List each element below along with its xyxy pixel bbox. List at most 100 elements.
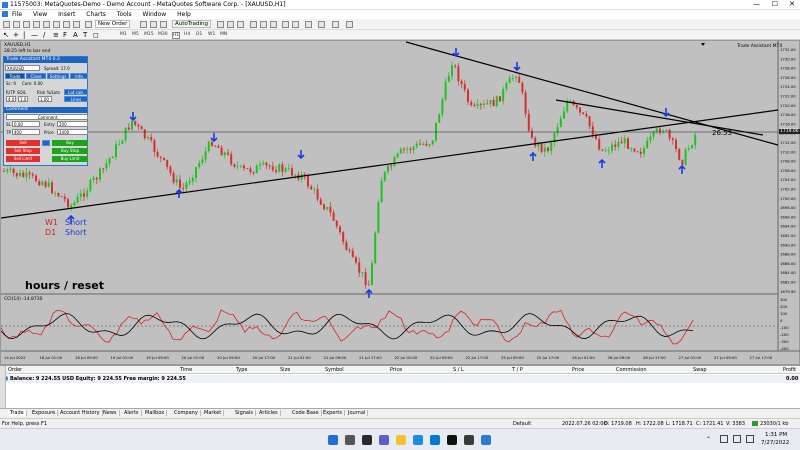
line-chart-icon[interactable] — [237, 21, 244, 28]
indicators-icon[interactable] — [305, 21, 312, 28]
shapes-icon[interactable]: ◻ — [93, 31, 99, 39]
tab-account-history[interactable]: Account History — [58, 410, 103, 416]
timeframe-h1[interactable]: H1 — [172, 32, 181, 39]
menu-help[interactable]: Help — [177, 11, 191, 18]
sell-stop-button[interactable]: Sell Stop — [6, 148, 40, 154]
auto-scroll-icon[interactable] — [282, 21, 289, 28]
task-view-icon[interactable] — [362, 435, 372, 445]
timeframe-m1[interactable]: M1 — [120, 32, 127, 37]
tab-experts[interactable]: Experts — [321, 410, 345, 416]
text-tool-icon[interactable]: A — [73, 31, 78, 39]
maximize-button[interactable]: ☐ — [772, 0, 778, 8]
sol-input[interactable]: 1.0 — [18, 96, 28, 102]
start-icon[interactable] — [328, 435, 338, 445]
sell-button[interactable]: Sell — [6, 140, 40, 146]
tab-articles[interactable]: Articles — [257, 410, 281, 416]
data-window-icon[interactable] — [33, 21, 40, 28]
tab-settings[interactable]: Settings — [47, 73, 69, 79]
tab-company[interactable]: Company — [172, 410, 201, 416]
tradingview-icon[interactable] — [447, 435, 457, 445]
tab-alerts[interactable]: Alerts — [122, 410, 142, 416]
col-size[interactable]: Size — [280, 367, 290, 373]
battery-icon[interactable] — [746, 435, 754, 443]
col-symbol[interactable]: Symbol — [325, 367, 344, 373]
metaeditor-icon[interactable] — [73, 21, 80, 28]
tab-trade[interactable]: Trade — [5, 73, 25, 79]
wifi-icon[interactable] — [720, 435, 728, 443]
periods-icon[interactable] — [318, 21, 325, 28]
col-tp[interactable]: T / P — [512, 367, 523, 373]
candlestick-icon[interactable] — [227, 21, 234, 28]
zoom-out-icon[interactable] — [260, 21, 267, 28]
timeframe-w1[interactable]: W1 — [208, 32, 215, 37]
profile-name[interactable]: Default — [513, 421, 531, 427]
one-click-icon[interactable] — [150, 21, 157, 28]
rtp-input[interactable]: 4.0 — [6, 96, 16, 102]
bar-chart-icon[interactable] — [217, 21, 224, 28]
entry-input[interactable]: 200 — [57, 121, 88, 127]
price-chart[interactable]: 1732.00 1730.00 1728.00 1726.00 1724.00 1722.… — [1, 41, 800, 366]
tab-exposure[interactable]: Exposure — [30, 410, 59, 416]
timeframe-m15[interactable]: M15 — [144, 32, 154, 37]
metatrader-taskbar-icon[interactable] — [481, 435, 491, 445]
timeframe-d1[interactable]: D1 — [196, 32, 202, 37]
navigator-icon[interactable] — [43, 21, 50, 28]
lot-calc-button[interactable]: Lot calc — [64, 89, 88, 95]
col-sl[interactable]: S / L — [453, 367, 464, 373]
edge-icon[interactable] — [413, 435, 423, 445]
label-tool-icon[interactable]: T — [83, 31, 87, 39]
sl-input[interactable]: 0.00 — [12, 121, 40, 127]
new-chart-icon[interactable] — [3, 21, 10, 28]
tray-chevron-icon[interactable]: ⌃ — [706, 436, 711, 443]
tab-code-base[interactable]: Code Base — [290, 410, 322, 416]
timeframe-h4[interactable]: H4 — [184, 32, 190, 37]
tp-input[interactable]: 400 — [12, 129, 40, 135]
vertical-line-icon[interactable]: | — [23, 31, 25, 39]
col-price-current[interactable]: Price — [572, 367, 584, 373]
terminal-icon[interactable] — [53, 21, 60, 28]
sell-limit-button[interactable]: Sell Limit — [6, 156, 40, 162]
volume-icon[interactable] — [733, 435, 741, 443]
price-input[interactable]: 1400 — [57, 129, 88, 135]
new-order-button[interactable]: New Order — [95, 20, 131, 28]
channel-icon[interactable]: ≡ — [53, 31, 59, 39]
zoom-in-icon[interactable] — [250, 21, 257, 28]
col-order[interactable]: Order — [8, 367, 22, 373]
search-icon[interactable] — [346, 21, 353, 28]
menu-charts[interactable]: Charts — [86, 11, 106, 18]
profiles-icon[interactable] — [13, 21, 20, 28]
tab-news[interactable]: News — [101, 410, 120, 416]
tab-trade-terminal[interactable]: Trade — [8, 410, 27, 416]
symbol-field[interactable]: XAUUSD — [5, 65, 40, 71]
menu-view[interactable]: View — [33, 11, 47, 18]
chart-shift-icon[interactable] — [292, 21, 299, 28]
minimize-button[interactable]: — — [753, 0, 760, 8]
templates-icon[interactable] — [332, 21, 339, 28]
col-time[interactable]: Time — [180, 367, 192, 373]
tab-signals[interactable]: Signals — [233, 410, 256, 416]
crosshair-icon[interactable]: + — [13, 31, 19, 39]
lock-button[interactable] — [42, 140, 50, 146]
timeframe-m30[interactable]: M30 — [158, 32, 168, 37]
chart-window[interactable]: 1732.00 1730.00 1728.00 1726.00 1724.00 1722.… — [0, 40, 800, 365]
tab-mailbox[interactable]: Mailbox — [143, 410, 168, 416]
col-price[interactable]: Price — [390, 367, 402, 373]
metaeditor-icon-2[interactable] — [140, 21, 147, 28]
comment-input[interactable]: Comment — [6, 114, 88, 120]
lines-button[interactable]: Lines — [64, 96, 88, 102]
col-profit[interactable]: Profit — [783, 367, 796, 373]
tile-windows-icon[interactable] — [270, 21, 277, 28]
teams-icon[interactable] — [379, 435, 389, 445]
search-taskbar-icon[interactable] — [345, 435, 355, 445]
tab-journal[interactable]: Journal — [346, 410, 369, 416]
buy-button[interactable]: Buy — [52, 140, 88, 146]
store-icon[interactable] — [430, 435, 440, 445]
autotrading-button[interactable]: AutoTrading — [172, 20, 211, 28]
market-watch-icon[interactable] — [23, 21, 30, 28]
col-swap[interactable]: Swap — [693, 367, 707, 373]
menu-window[interactable]: Window — [143, 11, 167, 18]
new-order-icon[interactable] — [85, 21, 92, 28]
menu-file[interactable]: File — [12, 11, 22, 18]
col-type[interactable]: Type — [236, 367, 247, 373]
file-explorer-icon[interactable] — [396, 435, 406, 445]
